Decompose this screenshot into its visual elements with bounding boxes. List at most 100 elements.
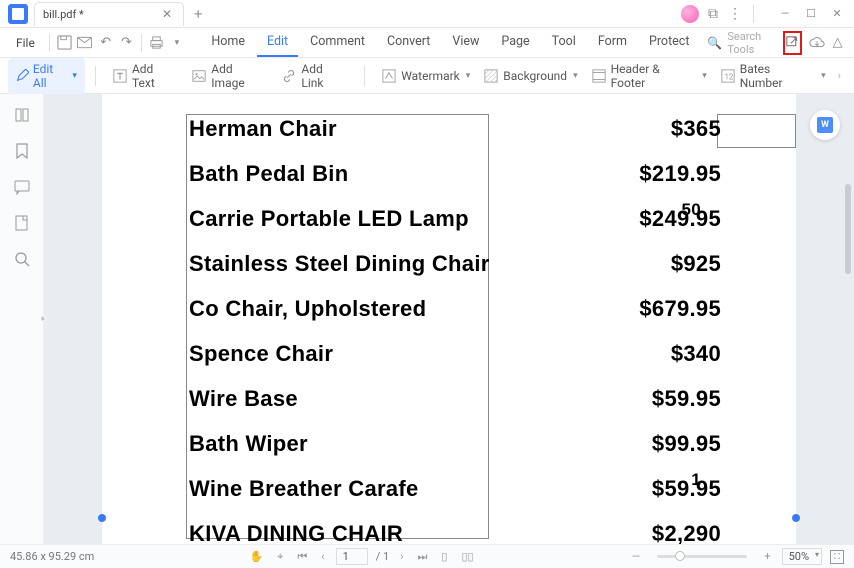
first-page-icon[interactable]: ⏮	[294, 550, 310, 564]
item-name[interactable]: Stainless Steel Dining Chair	[189, 251, 490, 277]
item-name[interactable]: Wire Base	[189, 386, 298, 412]
tab-comment[interactable]: Comment	[300, 28, 375, 57]
text-icon	[113, 69, 127, 83]
undo-icon[interactable]: ↶	[97, 32, 114, 54]
bates-number-button[interactable]: 12 Bates Number ▾	[714, 58, 833, 94]
price-selection-box[interactable]	[717, 114, 796, 148]
thumbnails-panel-icon[interactable]	[13, 106, 31, 124]
tab-home[interactable]: Home	[201, 28, 255, 57]
item-name[interactable]: Carrie Portable LED Lamp	[189, 206, 469, 232]
header-footer-button[interactable]: Header & Footer ▾	[585, 58, 714, 94]
zoom-slider-thumb[interactable]	[675, 551, 685, 561]
save-icon[interactable]	[56, 32, 73, 54]
zoom-slider[interactable]	[657, 555, 747, 558]
item-price[interactable]: $99.95	[652, 431, 721, 457]
minimize-button[interactable]: —	[775, 4, 795, 24]
tab-edit[interactable]: Edit	[257, 28, 298, 57]
convert-to-word-pill[interactable]: W	[810, 110, 840, 140]
item-price[interactable]: $679.95	[639, 296, 721, 322]
tab-form[interactable]: Form	[588, 28, 637, 57]
tab-tool[interactable]: Tool	[542, 28, 586, 57]
cloud-icon[interactable]	[808, 32, 825, 54]
selection-handle-left[interactable]	[98, 514, 106, 522]
item-overlay-value[interactable]: 50	[681, 200, 701, 220]
print-dropdown[interactable]: ▾	[169, 32, 186, 54]
add-tab-button[interactable]: +	[194, 5, 203, 23]
zoom-level-select[interactable]: 50%	[782, 548, 822, 565]
search-tools-input[interactable]: 🔍 Search Tools	[699, 27, 779, 59]
item-name[interactable]: Co Chair, Upholstered	[189, 296, 426, 322]
close-window-button[interactable]: ✕	[827, 4, 847, 24]
facing-page-icon[interactable]: ▯▯	[458, 550, 476, 563]
toolbar-overflow-icon[interactable]: ›	[833, 69, 846, 82]
item-overlay-value[interactable]: 1	[691, 470, 701, 490]
document-tab[interactable]: bill.pdf * ✕	[34, 2, 184, 26]
maximize-button[interactable]: ☐	[801, 4, 821, 24]
item-name[interactable]: KIVA DINING CHAIR	[189, 521, 403, 544]
zoom-out-icon[interactable]: —	[629, 550, 644, 563]
pencil-icon	[16, 69, 29, 82]
item-price[interactable]: $2,290	[652, 521, 721, 544]
last-page-icon[interactable]: ⏭	[415, 550, 431, 564]
document-tab-title: bill.pdf *	[43, 8, 84, 21]
share-button[interactable]	[783, 31, 802, 55]
watermark-label: Watermark	[401, 69, 460, 83]
prev-page-icon[interactable]: ‹	[318, 550, 327, 563]
item-price[interactable]: $925	[671, 251, 721, 277]
add-image-button[interactable]: Add Image	[185, 58, 275, 94]
attachments-panel-icon[interactable]	[13, 214, 31, 232]
header-footer-icon	[592, 69, 606, 83]
item-name[interactable]: Spence Chair	[189, 341, 333, 367]
item-price[interactable]: $59.95	[652, 386, 721, 412]
document-page[interactable]: Herman Chair $365 Bath Pedal Bin $219.95 Car…	[102, 94, 796, 544]
add-link-button[interactable]: Add Link	[275, 58, 354, 94]
tab-convert[interactable]: Convert	[377, 28, 440, 57]
add-link-label: Add Link	[301, 62, 347, 90]
scrollbar-thumb[interactable]	[845, 184, 851, 274]
item-name[interactable]: Wine Breather Carafe	[189, 476, 419, 502]
item-price[interactable]: $340	[671, 341, 721, 367]
next-page-icon[interactable]: ›	[397, 550, 406, 563]
redo-icon[interactable]: ↷	[118, 32, 135, 54]
item-name[interactable]: Herman Chair	[189, 116, 337, 142]
watermark-button[interactable]: Watermark ▾	[375, 65, 477, 87]
header-footer-label: Header & Footer	[611, 62, 697, 90]
close-tab-icon[interactable]: ✕	[159, 7, 175, 21]
item-price[interactable]: $59.95	[652, 476, 721, 502]
search-icon: 🔍	[707, 36, 722, 50]
edit-all-button[interactable]: Edit All ▾	[8, 58, 85, 94]
page-number-input[interactable]: 1	[336, 548, 368, 565]
item-price[interactable]: $365	[671, 116, 721, 142]
add-text-button[interactable]: Add Text	[106, 58, 185, 94]
hand-tool-icon[interactable]: ✋	[246, 550, 266, 563]
kebab-menu-icon[interactable]: ⋮	[727, 6, 743, 22]
tab-view[interactable]: View	[442, 28, 489, 57]
bookmarks-panel-icon[interactable]	[13, 142, 31, 160]
collapse-ribbon-icon[interactable]: △	[829, 32, 846, 54]
external-icon[interactable]: ⧉	[705, 6, 721, 22]
item-name[interactable]: Bath Wiper	[189, 431, 308, 457]
fit-page-icon[interactable]: ⛶	[830, 550, 844, 564]
background-button[interactable]: Background ▾	[477, 65, 584, 87]
tab-page[interactable]: Page	[491, 28, 539, 57]
word-icon: W	[817, 117, 833, 133]
zoom-in-icon[interactable]: +	[761, 550, 773, 563]
mail-icon[interactable]	[76, 32, 93, 54]
selection-handle-right[interactable]	[792, 514, 800, 522]
ai-assistant-icon[interactable]	[681, 5, 699, 23]
select-tool-icon[interactable]: ⌖	[274, 550, 286, 564]
item-price[interactable]: $219.95	[639, 161, 721, 187]
search-panel-icon[interactable]	[13, 250, 31, 268]
vertical-scrollbar[interactable]	[845, 174, 851, 504]
comments-panel-icon[interactable]	[13, 178, 31, 196]
image-icon	[192, 69, 206, 83]
page-dimensions: 45.86 x 95.29 cm	[10, 550, 94, 563]
file-menu[interactable]: File	[6, 32, 45, 54]
bates-icon: 12	[721, 69, 735, 83]
item-price[interactable]: $249.95	[639, 206, 721, 232]
print-icon[interactable]	[148, 32, 165, 54]
tab-protect[interactable]: Protect	[639, 28, 699, 57]
item-name[interactable]: Bath Pedal Bin	[189, 161, 348, 187]
chevron-down-icon: ▾	[72, 71, 77, 81]
single-page-icon[interactable]: ▯	[438, 550, 450, 563]
